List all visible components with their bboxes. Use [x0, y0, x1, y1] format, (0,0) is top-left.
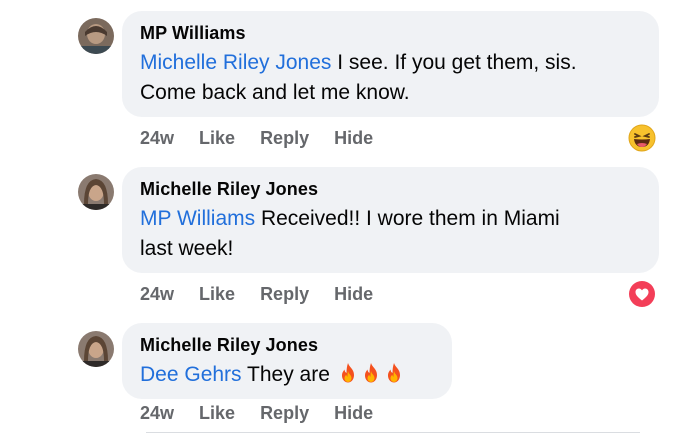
mention-link[interactable]: Dee Gehrs [140, 363, 242, 386]
reply-button[interactable]: Reply [260, 284, 309, 305]
reply-button[interactable]: Reply [260, 403, 309, 424]
comment-text-part: I see. If you get them, sis. [331, 51, 577, 74]
comment-bubble: MP Williams Michelle Riley Jones I see. … [122, 11, 659, 117]
like-button[interactable]: Like [199, 128, 235, 149]
comment-text-part: last week! [140, 237, 234, 260]
comment-text: MP Williams Received!! I wore them in Mi… [140, 204, 641, 264]
divider [146, 432, 640, 433]
comment-author[interactable]: MP Williams [140, 22, 641, 44]
comment-text-part: They are [241, 363, 336, 386]
comment-author[interactable]: Michelle Riley Jones [140, 334, 434, 356]
comment-actions: 24w Like Reply Hide [140, 284, 398, 305]
comment-bubble: Michelle Riley Jones Dee Gehrs They are [122, 323, 452, 399]
mention-link[interactable]: MP Williams [140, 207, 255, 230]
comment-text: Dee Gehrs They are [140, 360, 434, 393]
comment-bubble: Michelle Riley Jones MP Williams Receive… [122, 167, 659, 273]
avatar[interactable] [78, 18, 114, 54]
heart-icon[interactable] [628, 280, 656, 308]
comment-author[interactable]: Michelle Riley Jones [140, 178, 641, 200]
mention-link[interactable]: Michelle Riley Jones [140, 51, 331, 74]
like-button[interactable]: Like [199, 403, 235, 424]
fire-icon [337, 362, 359, 393]
comment-text: Michelle Riley Jones I see. If you get t… [140, 48, 641, 108]
comment-timestamp[interactable]: 24w [140, 128, 174, 149]
hide-button[interactable]: Hide [334, 128, 373, 149]
like-button[interactable]: Like [199, 284, 235, 305]
comment-timestamp[interactable]: 24w [140, 284, 174, 305]
comment-text-part: Come back and let me know. [140, 81, 410, 104]
hide-button[interactable]: Hide [334, 403, 373, 424]
comment-actions: 24w Like Reply Hide [140, 128, 398, 149]
comment-timestamp[interactable]: 24w [140, 403, 174, 424]
fire-icon [360, 362, 382, 393]
hide-button[interactable]: Hide [334, 284, 373, 305]
reply-button[interactable]: Reply [260, 128, 309, 149]
laughing-face-icon[interactable] [628, 124, 656, 152]
avatar[interactable] [78, 331, 114, 367]
comment-actions: 24w Like Reply Hide [140, 403, 398, 424]
comment-text-part: Received!! I wore them in Miami [255, 207, 560, 230]
avatar[interactable] [78, 174, 114, 210]
fire-icon [383, 362, 405, 393]
